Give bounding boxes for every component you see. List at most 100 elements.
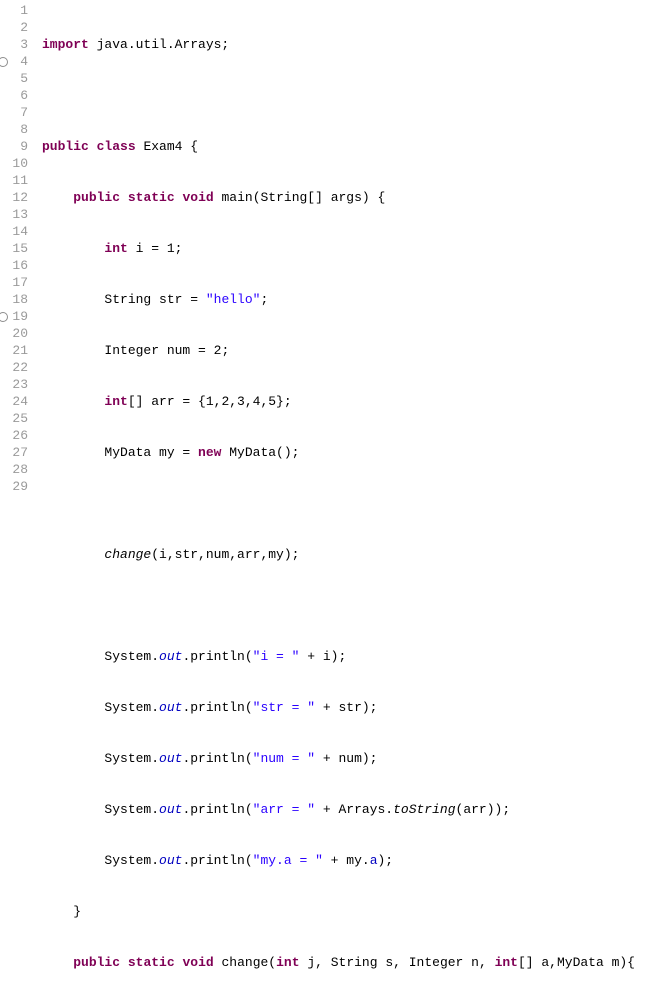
code-line: public class Exam4 { bbox=[42, 138, 655, 155]
text: i = 1; bbox=[128, 241, 183, 256]
text: .println( bbox=[182, 751, 252, 766]
static-field: out bbox=[159, 853, 182, 868]
string-literal: "num = " bbox=[253, 751, 315, 766]
keyword: static bbox=[128, 955, 175, 970]
text: [] a,MyData m){ bbox=[518, 955, 635, 970]
text: .println( bbox=[182, 700, 252, 715]
static-method: change bbox=[104, 547, 151, 562]
code-editor: 1234567891011121314151617181920212223242… bbox=[0, 0, 655, 1002]
keyword: int bbox=[276, 955, 299, 970]
line-number: 18 bbox=[0, 291, 28, 308]
code-line: String str = "hello"; bbox=[42, 291, 655, 308]
code-line: System.out.println("my.a = " + my.a); bbox=[42, 852, 655, 869]
text: } bbox=[73, 904, 81, 919]
text: (arr)); bbox=[456, 802, 511, 817]
string-literal: "my.a = " bbox=[253, 853, 323, 868]
line-number: 9 bbox=[0, 138, 28, 155]
text: String str = bbox=[104, 292, 205, 307]
code-line bbox=[42, 495, 655, 512]
line-number: 17 bbox=[0, 274, 28, 291]
line-number: 29 bbox=[0, 478, 28, 495]
keyword: new bbox=[198, 445, 221, 460]
text: ; bbox=[260, 292, 268, 307]
line-number: 6 bbox=[0, 87, 28, 104]
text: (i,str,num,arr,my); bbox=[151, 547, 299, 562]
line-number: 1 bbox=[0, 2, 28, 19]
line-number: 19 bbox=[0, 308, 28, 325]
code-line: Integer num = 2; bbox=[42, 342, 655, 359]
text: Integer num = 2; bbox=[104, 343, 229, 358]
line-number: 25 bbox=[0, 410, 28, 427]
code-line: int[] arr = {1,2,3,4,5}; bbox=[42, 393, 655, 410]
text: [] arr = {1,2,3,4,5}; bbox=[128, 394, 292, 409]
text: System. bbox=[104, 649, 159, 664]
text: System. bbox=[104, 700, 159, 715]
text: System. bbox=[104, 853, 159, 868]
line-number: 7 bbox=[0, 104, 28, 121]
line-number-gutter: 1234567891011121314151617181920212223242… bbox=[0, 0, 34, 1002]
override-marker-icon bbox=[0, 312, 8, 322]
string-literal: "str = " bbox=[253, 700, 315, 715]
line-number: 2 bbox=[0, 19, 28, 36]
line-number: 23 bbox=[0, 376, 28, 393]
code-line: System.out.println("i = " + i); bbox=[42, 648, 655, 665]
line-number: 5 bbox=[0, 70, 28, 87]
line-number: 28 bbox=[0, 461, 28, 478]
text: .println( bbox=[182, 802, 252, 817]
code-line: import java.util.Arrays; bbox=[42, 36, 655, 53]
text: Exam4 { bbox=[136, 139, 198, 154]
text: + i); bbox=[299, 649, 346, 664]
code-line: int i = 1; bbox=[42, 240, 655, 257]
string-literal: "arr = " bbox=[253, 802, 315, 817]
line-number: 16 bbox=[0, 257, 28, 274]
code-line bbox=[42, 597, 655, 614]
text: main(String[] args) { bbox=[214, 190, 386, 205]
line-number: 4 bbox=[0, 53, 28, 70]
keyword: int bbox=[104, 241, 127, 256]
text: + my. bbox=[323, 853, 370, 868]
text: ); bbox=[378, 853, 394, 868]
line-number: 27 bbox=[0, 444, 28, 461]
keyword: int bbox=[495, 955, 518, 970]
text: + str); bbox=[315, 700, 377, 715]
code-area: import java.util.Arrays; public class Ex… bbox=[34, 0, 655, 1002]
text: change( bbox=[214, 955, 276, 970]
override-marker-icon bbox=[0, 57, 8, 67]
line-number: 26 bbox=[0, 427, 28, 444]
line-number: 13 bbox=[0, 206, 28, 223]
static-field: out bbox=[159, 700, 182, 715]
text: java.util.Arrays; bbox=[89, 37, 229, 52]
text: + num); bbox=[315, 751, 377, 766]
text: System. bbox=[104, 751, 159, 766]
keyword: import bbox=[42, 37, 89, 52]
line-number: 14 bbox=[0, 223, 28, 240]
string-literal: "hello" bbox=[206, 292, 261, 307]
code-line: MyData my = new MyData(); bbox=[42, 444, 655, 461]
keyword: static bbox=[128, 190, 175, 205]
line-number: 11 bbox=[0, 172, 28, 189]
line-number: 21 bbox=[0, 342, 28, 359]
line-number: 15 bbox=[0, 240, 28, 257]
text: j, String s, Integer n, bbox=[300, 955, 495, 970]
code-line: public static void change(int j, String … bbox=[42, 954, 655, 971]
code-line: System.out.println("str = " + str); bbox=[42, 699, 655, 716]
line-number: 24 bbox=[0, 393, 28, 410]
code-line: public static void main(String[] args) { bbox=[42, 189, 655, 206]
line-number: 12 bbox=[0, 189, 28, 206]
keyword: int bbox=[104, 394, 127, 409]
string-literal: "i = " bbox=[253, 649, 300, 664]
line-number: 8 bbox=[0, 121, 28, 138]
text: .println( bbox=[182, 853, 252, 868]
keyword: public bbox=[73, 190, 120, 205]
code-line: change(i,str,num,arr,my); bbox=[42, 546, 655, 563]
code-line bbox=[42, 87, 655, 104]
keyword: void bbox=[182, 955, 213, 970]
field: a bbox=[370, 853, 378, 868]
text: System. bbox=[104, 802, 159, 817]
keyword: public bbox=[73, 955, 120, 970]
keyword: public bbox=[42, 139, 89, 154]
line-number: 20 bbox=[0, 325, 28, 342]
static-field: out bbox=[159, 802, 182, 817]
code-line: System.out.println("num = " + num); bbox=[42, 750, 655, 767]
text: MyData my = bbox=[104, 445, 198, 460]
